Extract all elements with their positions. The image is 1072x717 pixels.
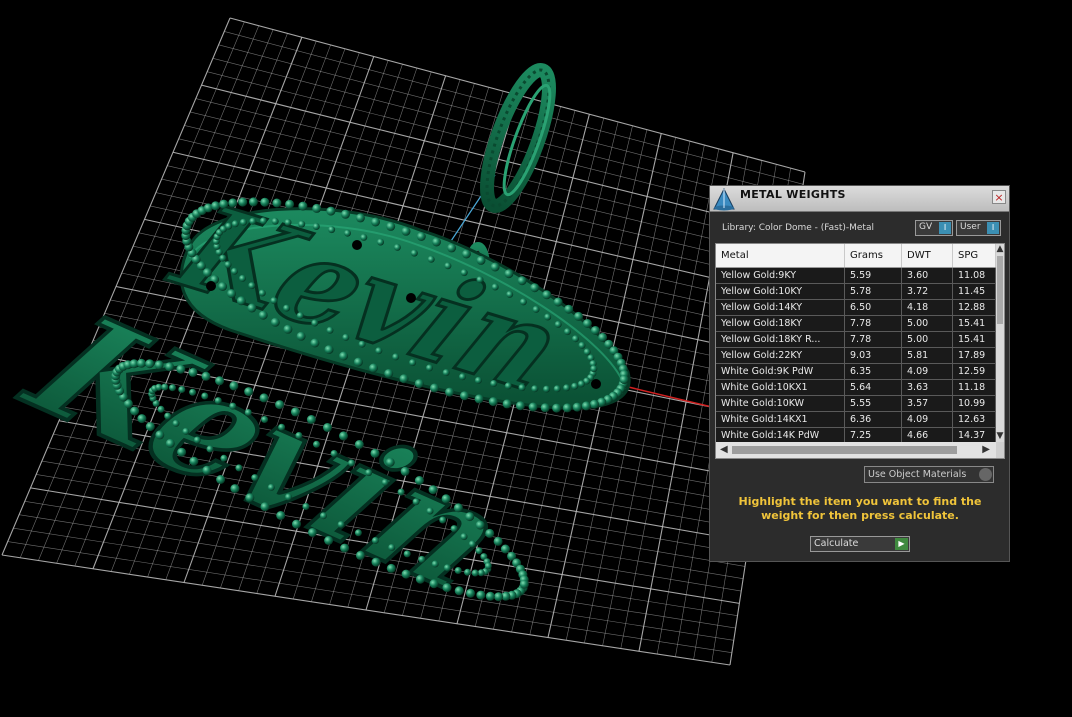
- cell-spg: 17.89: [953, 348, 996, 363]
- cell-dwt: 4.66: [902, 428, 953, 443]
- scroll-up-icon[interactable]: ▲: [996, 245, 1004, 254]
- cell-dwt: 4.09: [902, 412, 953, 427]
- use-object-materials-radio-icon: [979, 468, 992, 481]
- cell-metal: Yellow Gold:22KY: [716, 348, 845, 363]
- cell-dwt: 3.60: [902, 268, 953, 283]
- column-header-grams[interactable]: Grams: [845, 244, 902, 267]
- cell-metal: White Gold:10KX1: [716, 380, 845, 395]
- table-row[interactable]: Yellow Gold:18KY R... 7.78 5.00 15.41: [716, 332, 996, 348]
- cell-grams: 7.78: [845, 316, 902, 331]
- cell-grams: 6.50: [845, 300, 902, 315]
- cell-dwt: 4.18: [902, 300, 953, 315]
- gv-toggle-switch: I: [939, 222, 951, 234]
- table-row[interactable]: White Gold:14KX1 6.36 4.09 12.63: [716, 412, 996, 428]
- cell-metal: White Gold:9K PdW: [716, 364, 845, 379]
- cell-spg: 15.41: [953, 316, 996, 331]
- cell-spg: 11.18: [953, 380, 996, 395]
- vertical-scrollbar[interactable]: ▲ ▼: [996, 244, 1004, 442]
- table-body: Yellow Gold:9KY 5.59 3.60 11.08 Yellow Gold:…: [716, 268, 996, 444]
- cell-grams: 5.55: [845, 396, 902, 411]
- metal-table: Metal Grams DWT SPG Yellow Gold:9KY 5.59 3…: [715, 243, 1005, 459]
- cell-dwt: 3.63: [902, 380, 953, 395]
- use-object-materials-label: Use Object Materials: [868, 469, 967, 480]
- cell-dwt: 3.72: [902, 284, 953, 299]
- cell-metal: White Gold:14KX1: [716, 412, 845, 427]
- cell-grams: 7.78: [845, 332, 902, 347]
- cell-spg: 10.99: [953, 396, 996, 411]
- table-row[interactable]: Yellow Gold:14KY 6.50 4.18 12.88: [716, 300, 996, 316]
- use-object-materials-toggle[interactable]: Use Object Materials: [864, 466, 994, 483]
- gv-toggle[interactable]: GV I: [915, 220, 953, 236]
- bail-ring: [480, 62, 556, 214]
- cell-grams: 6.35: [845, 364, 902, 379]
- scroll-down-icon[interactable]: ▼: [996, 432, 1004, 441]
- table-row[interactable]: Yellow Gold:22KY 9.03 5.81 17.89: [716, 348, 996, 364]
- cell-spg: 15.41: [953, 332, 996, 347]
- gv-toggle-label: GV: [919, 222, 933, 232]
- calculate-label: Calculate: [814, 538, 859, 549]
- play-arrow-icon: ▶: [895, 538, 908, 550]
- cell-spg: 11.08: [953, 268, 996, 283]
- scrollbar-corner: [996, 442, 1004, 458]
- horizontal-scroll-thumb[interactable]: [732, 446, 957, 454]
- table-row[interactable]: Yellow Gold:10KY 5.78 3.72 11.45: [716, 284, 996, 300]
- cell-grams: 7.25: [845, 428, 902, 443]
- cell-metal: Yellow Gold:9KY: [716, 268, 845, 283]
- table-row[interactable]: White Gold:10KW 5.55 3.57 10.99: [716, 396, 996, 412]
- cell-dwt: 5.00: [902, 332, 953, 347]
- cell-grams: 6.36: [845, 412, 902, 427]
- cell-metal: Yellow Gold:18KY: [716, 316, 845, 331]
- cell-spg: 12.88: [953, 300, 996, 315]
- cell-metal: White Gold:14K PdW: [716, 428, 845, 443]
- table-header: Metal Grams DWT SPG: [716, 244, 996, 268]
- library-label: Library: Color Dome - (Fast)-Metal: [722, 223, 874, 233]
- cell-dwt: 5.81: [902, 348, 953, 363]
- table-row[interactable]: Yellow Gold:18KY 7.78 5.00 15.41: [716, 316, 996, 332]
- hint-text: Highlight the item you want to find the …: [738, 495, 982, 522]
- cell-dwt: 4.09: [902, 364, 953, 379]
- cell-grams: 5.64: [845, 380, 902, 395]
- user-toggle-label: User: [960, 222, 981, 232]
- cell-spg: 12.59: [953, 364, 996, 379]
- vertical-scroll-thumb[interactable]: [997, 256, 1003, 324]
- scroll-right-icon[interactable]: ▶: [982, 444, 990, 455]
- table-row[interactable]: White Gold:10KX1 5.64 3.63 11.18: [716, 380, 996, 396]
- user-toggle-switch: I: [987, 222, 999, 234]
- table-row[interactable]: Yellow Gold:9KY 5.59 3.60 11.08: [716, 268, 996, 284]
- cell-dwt: 3.57: [902, 396, 953, 411]
- red-axis-line: [619, 384, 713, 408]
- panel-titlebar[interactable]: METAL WEIGHTS ×: [710, 186, 1009, 212]
- cell-grams: 5.59: [845, 268, 902, 283]
- cell-spg: 14.37: [953, 428, 996, 443]
- user-toggle[interactable]: User I: [956, 220, 1001, 236]
- cell-grams: 9.03: [845, 348, 902, 363]
- scroll-left-icon[interactable]: ◀: [720, 444, 728, 455]
- cell-metal: Yellow Gold:14KY: [716, 300, 845, 315]
- metal-weights-panel: METAL WEIGHTS × Library: Color Dome - (F…: [709, 185, 1010, 562]
- cell-grams: 5.78: [845, 284, 902, 299]
- cell-spg: 12.63: [953, 412, 996, 427]
- calculate-button[interactable]: Calculate ▶: [810, 536, 910, 552]
- cell-spg: 11.45: [953, 284, 996, 299]
- close-button[interactable]: ×: [992, 190, 1006, 204]
- column-header-spg[interactable]: SPG: [953, 244, 996, 267]
- cell-metal: Yellow Gold:10KY: [716, 284, 845, 299]
- horizontal-scrollbar[interactable]: ◀ ▶: [716, 442, 996, 458]
- column-header-metal[interactable]: Metal: [716, 244, 845, 267]
- cell-metal: White Gold:10KW: [716, 396, 845, 411]
- cell-metal: Yellow Gold:18KY R...: [716, 332, 845, 347]
- column-header-dwt[interactable]: DWT: [902, 244, 953, 267]
- cell-dwt: 5.00: [902, 316, 953, 331]
- table-row[interactable]: White Gold:9K PdW 6.35 4.09 12.59: [716, 364, 996, 380]
- dome-icon: [713, 187, 735, 211]
- panel-title: METAL WEIGHTS: [740, 188, 846, 201]
